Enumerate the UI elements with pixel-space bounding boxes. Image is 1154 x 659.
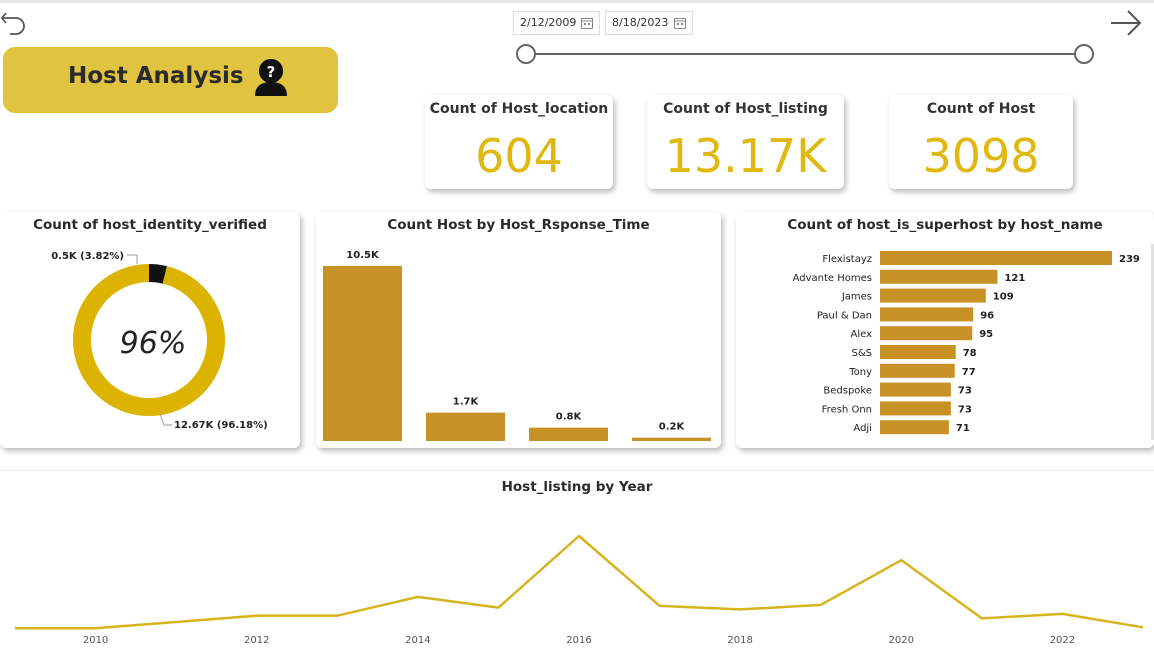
listing-by-year-line-chart: 2010 2012 2014 2016 2018 2020 2022 xyxy=(15,534,1144,646)
superhost-category-label: Flexistayz xyxy=(822,254,872,265)
superhost-category-label: James xyxy=(841,292,872,303)
superhost-category-label: Tony xyxy=(848,367,872,378)
donut-center-label: 96% xyxy=(120,326,187,361)
svg-text:?: ? xyxy=(267,63,276,81)
kpi-card-host-listing: Count of Host_listing 13.17K xyxy=(647,95,844,189)
x-axis-tick-label: 2018 xyxy=(727,635,752,646)
superhost-value-label: 73 xyxy=(958,386,972,397)
superhost-category-label: Bedspoke xyxy=(823,386,872,397)
response-time-bar-chart: 10.5K 1.7K 0.8K 0.2K xyxy=(323,250,711,441)
top-border xyxy=(0,0,1154,3)
response-time-bar-label: 0.2K xyxy=(659,422,686,433)
superhost-category-label: Fresh Onn xyxy=(822,404,872,415)
superhost-value-label: 78 xyxy=(963,348,977,359)
superhost-bar[interactable] xyxy=(880,363,955,378)
superhost-bar[interactable] xyxy=(880,401,951,416)
superhost-bar[interactable] xyxy=(880,269,998,284)
superhost-bar[interactable] xyxy=(880,420,949,435)
x-axis-tick-label: 2020 xyxy=(889,635,914,646)
page-title: Host Analysis xyxy=(68,63,244,89)
user-question-icon: ? xyxy=(252,56,290,98)
calendar-icon[interactable] xyxy=(674,17,686,32)
kpi-label: Count of Host xyxy=(926,101,1036,117)
superhost-value-label: 73 xyxy=(958,404,972,415)
calendar-icon[interactable] xyxy=(581,17,593,32)
response-time-bar[interactable] xyxy=(323,266,402,441)
response-time-bar[interactable] xyxy=(426,412,505,441)
superhost-category-label: Advante Homes xyxy=(793,273,872,284)
response-time-bar[interactable] xyxy=(632,437,711,441)
superhost-bar[interactable] xyxy=(880,382,951,397)
kpi-value: 3098 xyxy=(922,129,1040,183)
superhost-value-label: 109 xyxy=(993,292,1014,303)
superhost-value-label: 77 xyxy=(962,367,976,378)
superhost-value-label: 95 xyxy=(979,329,993,340)
superhost-value-label: 239 xyxy=(1119,254,1140,265)
date-end-input[interactable]: 8/18/2023 xyxy=(605,11,693,35)
superhost-bar[interactable] xyxy=(880,326,973,341)
kpi-label: Count of Host_location xyxy=(429,101,609,117)
response-time-bar[interactable] xyxy=(529,427,608,441)
date-slider-track[interactable] xyxy=(527,53,1085,55)
kpi-label: Count of Host_listing xyxy=(663,101,828,117)
superhost-bar[interactable] xyxy=(880,288,986,303)
donut-label-small: 0.5K (3.82%) xyxy=(51,251,124,262)
x-axis-tick-label: 2014 xyxy=(405,635,430,646)
listing-by-year-line[interactable] xyxy=(15,534,1144,630)
superhost-category-label: Paul & Dan xyxy=(817,310,872,321)
date-start-value: 2/12/2009 xyxy=(520,16,577,29)
kpi-value: 604 xyxy=(475,129,563,183)
donut-chart: 96% 0.5K (3.82%) 12.67K (96.18%) xyxy=(51,251,268,431)
listing-by-year-panel: Host_listing by Year 2010 2012 2014 2016 201… xyxy=(0,470,1154,659)
kpi-value: 13.17K xyxy=(664,129,827,183)
response-time-chart-panel: Count Host by Host_Rsponse_Time 10.5K 1.7… xyxy=(316,212,721,448)
donut-leader-line-small xyxy=(127,254,138,264)
donut-label-large: 12.67K (96.18%) xyxy=(174,420,268,431)
superhost-category-label: Alex xyxy=(850,329,872,340)
superhost-value-label: 121 xyxy=(1004,273,1025,284)
superhost-category-label: Adji xyxy=(853,423,872,434)
date-start-input[interactable]: 2/12/2009 xyxy=(513,11,600,35)
x-axis-tick-label: 2016 xyxy=(566,635,591,646)
kpi-card-host-location: Count of Host_location 604 xyxy=(425,95,613,189)
donut-chart-panel: Count of host_identity_verified 96% 0.5K… xyxy=(0,212,300,448)
date-slider-start-handle[interactable] xyxy=(516,44,536,64)
superhost-category-label: S&S xyxy=(852,348,873,359)
superhost-bar[interactable] xyxy=(880,307,974,322)
superhost-chart-panel: Count of host_is_superhost by host_name … xyxy=(736,212,1154,448)
right-arrow-icon[interactable] xyxy=(1109,8,1142,36)
donut-leader-line-large xyxy=(159,413,172,426)
superhost-bar[interactable] xyxy=(880,345,956,359)
date-end-value: 8/18/2023 xyxy=(612,16,669,29)
response-time-bar-label: 0.8K xyxy=(556,412,583,423)
superhost-value-label: 71 xyxy=(956,423,970,434)
response-time-bar-label: 1.7K xyxy=(453,397,480,408)
x-axis-tick-label: 2022 xyxy=(1050,635,1075,646)
date-slider-end-handle[interactable] xyxy=(1074,44,1094,64)
superhost-bar[interactable] xyxy=(880,251,1112,265)
kpi-card-host-count: Count of Host 3098 xyxy=(889,95,1073,189)
response-time-bar-label: 10.5K xyxy=(346,250,380,261)
x-axis-tick-label: 2010 xyxy=(83,635,108,646)
undo-arrow-icon[interactable] xyxy=(0,8,28,36)
superhost-value-label: 96 xyxy=(980,310,994,321)
x-axis-tick-label: 2012 xyxy=(244,635,269,646)
superhost-bar-chart: Flexistayz 239 Advante Homes 121 James 109 Pau… xyxy=(793,251,1140,435)
